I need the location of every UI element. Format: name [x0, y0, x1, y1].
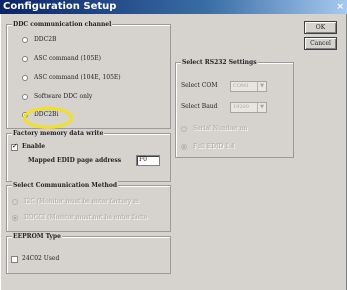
- rs232-group: Select RS232 Settings Select COM COM1 ▼ …: [175, 58, 294, 158]
- radio-icon[interactable]: [12, 199, 18, 205]
- radio-selected-icon[interactable]: [181, 144, 187, 150]
- checkbox-checked-icon[interactable]: [11, 142, 18, 151]
- radio-icon[interactable]: [22, 94, 28, 100]
- comm-option-label: I2C (Monitor must be enter factory m: [24, 198, 139, 205]
- ddc-option-label: ASC command (104E, 105E): [34, 74, 121, 81]
- comm-method-group: Select Communication Method I2C (Monitor…: [6, 181, 171, 232]
- ddc-option-label: ASC command (105E): [34, 55, 101, 62]
- enable-checkbox[interactable]: Enable: [11, 142, 46, 151]
- mapped-address-input[interactable]: F0: [136, 155, 160, 166]
- checkbox-icon[interactable]: [11, 255, 18, 263]
- radio-selected-icon[interactable]: [12, 215, 18, 221]
- radio-icon[interactable]: [22, 75, 28, 81]
- full-edid-option[interactable]: Full EDID 1.4: [181, 143, 235, 151]
- factory-memory-group: Factory memory data write Enable Mapped …: [6, 129, 171, 182]
- baud-select-value: 19200: [233, 104, 249, 110]
- rs232-title: Select RS232 Settings: [181, 58, 258, 67]
- comm-method-title: Select Communication Method: [12, 181, 119, 190]
- ddc-option-asc-104e-105e[interactable]: ASC command (104E, 105E): [22, 74, 121, 82]
- eeprom-24c02-checkbox[interactable]: 24C02 Used: [11, 255, 59, 263]
- com-label: Select COM: [181, 82, 218, 89]
- ddc-option-label: DDC2B: [34, 36, 57, 43]
- eeprom-option-label: 24C02 Used: [22, 255, 60, 262]
- mapped-address-label: Mapped EDID page address: [28, 157, 122, 164]
- ddc-option-asc-105e[interactable]: ASC command (105E): [22, 55, 101, 63]
- configuration-setup-window: Configuration Setup × OK Cancel DDC comm…: [0, 0, 347, 290]
- enable-label: Enable: [22, 143, 46, 150]
- full-edid-label: Full EDID 1.4: [193, 143, 235, 150]
- ddc-channel-title: DDC communication channel: [12, 20, 113, 29]
- window-title: Configuration Setup: [3, 1, 117, 12]
- ddc-option-ddc2b[interactable]: DDC2B: [22, 36, 56, 44]
- com-select[interactable]: COM1 ▼: [230, 81, 267, 92]
- com-select-value: COM1: [233, 83, 250, 89]
- ok-button[interactable]: OK: [304, 21, 337, 34]
- serial-number-label: Serial Number on: [193, 125, 248, 132]
- dialog-body: OK Cancel DDC communication channel DDC2…: [0, 14, 347, 290]
- serial-number-option[interactable]: Serial Number on: [181, 125, 247, 133]
- close-icon[interactable]: ×: [336, 0, 344, 14]
- radio-icon[interactable]: [22, 37, 28, 43]
- ddc-option-software-ddc[interactable]: Software DDC only: [22, 93, 92, 101]
- radio-icon[interactable]: [181, 126, 187, 132]
- factory-memory-title: Factory memory data write: [12, 129, 105, 138]
- chevron-down-icon[interactable]: ▼: [257, 82, 266, 91]
- comm-option-ddcci[interactable]: DDCCI (Monitor must not be enter facto: [12, 214, 147, 222]
- ddc-option-label: Software DDC only: [34, 93, 93, 100]
- baud-label: Select Baud: [181, 103, 218, 110]
- highlight-annotation: [23, 107, 73, 129]
- radio-icon[interactable]: [22, 56, 28, 62]
- title-bar[interactable]: Configuration Setup ×: [0, 0, 347, 14]
- comm-option-label: DDCCI (Monitor must not be enter facto: [24, 214, 148, 221]
- eeprom-title: EEPROM Type: [12, 232, 62, 241]
- cancel-button[interactable]: Cancel: [304, 37, 337, 50]
- comm-option-i2c[interactable]: I2C (Monitor must be enter factory m: [12, 198, 139, 206]
- eeprom-group: EEPROM Type 24C02 Used: [6, 232, 171, 274]
- chevron-down-icon[interactable]: ▼: [257, 103, 266, 112]
- baud-select[interactable]: 19200 ▼: [230, 102, 267, 113]
